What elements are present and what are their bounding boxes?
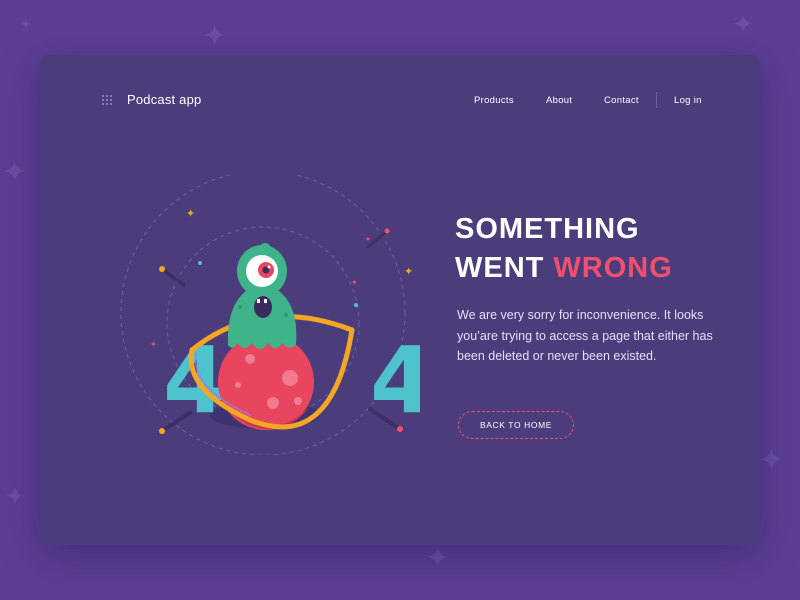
nav-link-products[interactable]: Products [474,95,514,106]
sparkle-icon: ✦ [202,19,228,54]
error-message: We are very sorry for inconvenience. It … [457,308,713,363]
error-headline: SOMETHING WENT WRONG [455,210,673,288]
planet [218,334,314,430]
back-to-home-button[interactable]: BACK TO HOME [458,411,574,439]
login-link[interactable]: Log in [674,95,702,106]
sparkle-icon: ✦ [4,482,26,512]
nav-link-contact[interactable]: Contact [604,95,639,106]
svg-text:✦: ✦ [351,278,358,287]
menu-grid-icon[interactable] [102,95,116,105]
404-illustration: ✦ ✦ ✦ ✦ ✦ 4 4 [120,175,420,455]
headline-word-wrong: WRONG [553,252,673,284]
brand-name[interactable]: Podcast app [127,92,201,107]
error-card: Podcast app Products About Contact Log i… [40,55,760,545]
headline-line-1: SOMETHING [455,213,640,245]
alien-character [227,243,297,349]
sparkle-icon: ✦ [20,17,32,33]
sparkle-icon: ✦ [426,541,450,574]
comet-icon [159,266,186,287]
digit-right-4: 4 [370,327,420,434]
svg-text:✦: ✦ [186,207,195,220]
svg-text:✦: ✦ [404,265,413,278]
sparkle-icon: ✦ [758,441,785,479]
svg-text:✦: ✦ [150,340,157,349]
top-nav: Podcast app Products About Contact Log i… [40,55,760,145]
sparkle-icon: ✦ [2,155,28,190]
nav-link-about[interactable]: About [546,95,572,106]
sparkle-icon: ✦ [732,10,754,40]
headline-word-went: WENT [455,252,545,284]
nav-divider [656,92,657,108]
comet-icon [366,228,390,249]
